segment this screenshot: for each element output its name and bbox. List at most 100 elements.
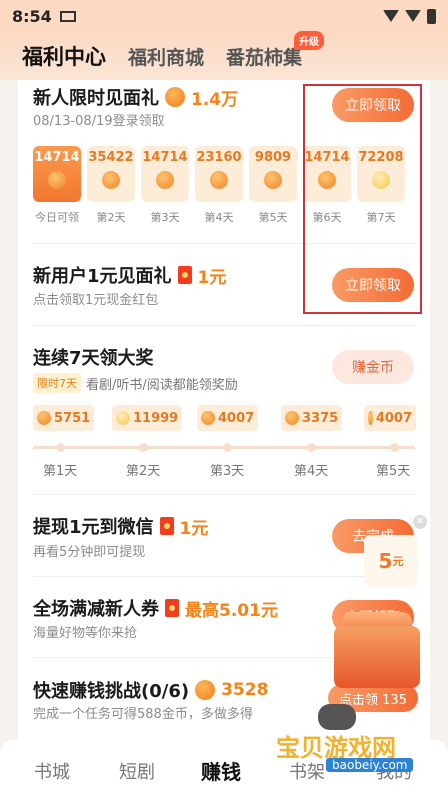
tab-welfare-mall[interactable]: 福利商城 [128,43,204,70]
newcomer-gift-dates: 08/13-08/19登录领取 [33,114,165,129]
day-label: 第2天 [126,464,161,479]
battery-icon [427,8,436,24]
day-reward-value: 14714 [34,150,80,165]
day-reward-value: 9809 [254,150,292,165]
withdraw-title-text: 提现1元到微信 [33,517,154,538]
newcomer-gift-title: 新人限时见面礼 1.4万 [33,84,238,110]
new-user-gift-title-text: 新用户1元见面礼 [33,266,172,287]
day-label: 第3天 [150,211,180,224]
watermark-url: baobeiy.com [326,758,414,772]
seven-day-reward-2: 11999 [112,405,183,431]
divider [33,494,415,495]
withdraw-title: 提现1元到微信 1元 [33,513,208,539]
tab-tomato-market[interactable]: 番茄柿集 升级 [226,30,325,70]
gold-trophy-icon [116,411,130,425]
close-icon[interactable]: ✕ [413,515,427,529]
coin-icon [48,171,66,189]
seven-day-reward-4: 3375 [281,405,343,431]
seven-day-reward-1: 5751 [33,405,95,431]
reward-value: 11999 [133,410,179,426]
seven-day-subtitle: 看剧/听书/阅读都能领奖励 [86,378,238,393]
signal-icon [405,10,421,22]
watermark: 宝贝游戏网 baobeiy.com [276,728,426,772]
withdraw-amount: 1元 [179,518,209,539]
day-label: 今日可领 [35,211,79,224]
day-label: 第5天 [258,211,288,224]
day-reward-2[interactable]: 35422 [87,146,135,202]
red-envelope-icon [165,599,179,617]
progress-dot [307,443,316,452]
nav-short-drama[interactable]: 短剧 [119,758,155,784]
coupon-title-text: 全场满减新人券 [33,599,159,620]
coupon-subtitle: 海量好物等你来抢 [33,626,138,641]
new-user-gift-subtitle: 点击领取1元现金红包 [33,293,159,308]
divider [33,576,415,577]
header-tabs: 福利中心 福利商城 番茄柿集 升级 [0,30,448,80]
day-reward-value: 14714 [142,150,188,165]
quick-earn-amount: 3528 [221,680,269,700]
status-bar: 8:54 [0,0,448,32]
reward-value: 4007 [375,410,412,426]
day-reward-value: 35422 [88,150,134,165]
day-label: 第1天 [43,464,78,479]
coupon-amount: 最高5.01元 [185,600,278,621]
withdraw-subtitle: 再看5分钟即可提现 [33,545,146,560]
coin-icon [156,171,174,189]
new-user-gift-amount: 1元 [197,267,227,288]
coin-icon [285,411,299,425]
reward-value: 3375 [302,410,339,426]
earn-coins-button[interactable]: 赚金币 [332,350,414,384]
nav-bookstore[interactable]: 书城 [34,758,70,784]
red-envelope-icon [177,266,192,284]
limited-time-tag: 限时7天 [33,373,81,393]
floating-reward-card[interactable]: 5元 [364,535,418,587]
day-reward-1[interactable]: 14714 [33,146,81,202]
day-reward-value: 23160 [196,150,242,165]
coin-icon [195,680,216,700]
seven-day-title: 连续7天领大奖 [33,348,154,369]
tab-welfare-center[interactable]: 福利中心 [22,41,106,71]
coin-icon [102,171,120,189]
status-time: 8:54 [12,6,52,26]
day-label: 第2天 [96,211,126,224]
upgrade-badge: 升级 [294,30,325,50]
quick-earn-title-text: 快速赚钱挑战(0/6) [33,681,190,702]
seven-day-reward-3: 4007 [197,405,259,431]
reward-value: 5751 [54,410,91,426]
quick-earn-subtitle: 完成一个任务可得588金币，多做多得 [33,707,253,722]
quick-earn-title: 快速赚钱挑战(0/6) 3528 [33,677,268,703]
floating-reward-value: 5 [378,549,393,573]
floating-reward-unit: 元 [392,555,404,568]
day-reward-3[interactable]: 14714 [141,146,189,202]
new-user-gift-title: 新用户1元见面礼 1元 [33,262,226,288]
seven-day-reward-5: 4007 [364,405,416,431]
progress-dot [390,443,399,452]
coin-icon [210,171,228,189]
red-envelope-icon [159,517,174,535]
progress-dot [223,443,232,452]
nav-earn[interactable]: 赚钱 [201,756,241,785]
coupon-title: 全场满减新人券 最高5.01元 [33,595,278,621]
newcomer-gift-title-text: 新人限时见面礼 [33,88,159,109]
reward-value: 4007 [218,410,255,426]
day-reward-4[interactable]: 23160 [195,146,243,202]
newcomer-gift-amount: 1.4万 [191,89,239,110]
coin-icon [201,411,215,425]
highlight-box [303,84,422,314]
divider [33,325,415,326]
coin-icon [368,411,373,425]
day-label: 第5天 [376,464,411,479]
day-label: 第3天 [210,464,245,479]
progress-dot [139,443,148,452]
day-reward-5[interactable]: 9809 [249,146,297,202]
mail-icon [59,10,76,22]
coin-icon [37,411,51,425]
treasure-chest-icon[interactable] [334,626,420,688]
gamepad-icon [318,704,356,730]
coin-icon [165,87,185,107]
coin-icon [264,171,282,189]
day-label: 第4天 [294,464,329,479]
tab-tomato-market-label: 番茄柿集 [226,46,303,69]
progress-dot [56,443,65,452]
day-label: 第4天 [204,211,234,224]
